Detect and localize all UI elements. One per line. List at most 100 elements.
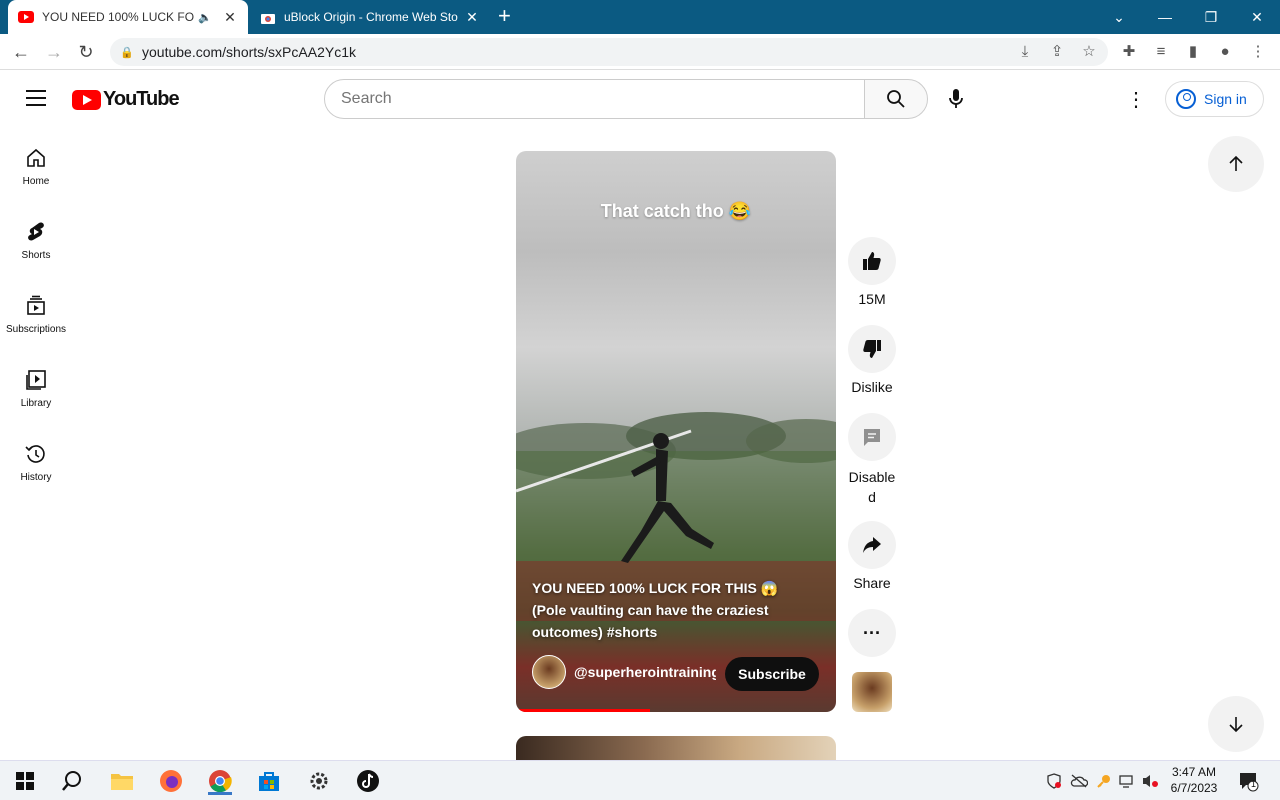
new-tab-button[interactable]: + [498, 5, 511, 27]
video-title[interactable]: YOU NEED 100% LUCK FOR THIS 😱 (Pole vaul… [532, 577, 822, 643]
clock-date: 6/7/2023 [1170, 781, 1218, 795]
back-icon[interactable]: ← [10, 41, 32, 63]
forward-icon[interactable]: → [43, 41, 65, 63]
tiktok-icon[interactable] [354, 767, 382, 795]
channel-pivot-thumbnail[interactable] [852, 672, 892, 712]
extensions-icon[interactable]: ✚ [1120, 43, 1138, 61]
subscribe-button[interactable]: Subscribe [725, 657, 819, 691]
library-icon [26, 370, 46, 390]
thumbs-down-icon [863, 340, 881, 358]
sidebar-item-shorts[interactable]: Shorts [0, 220, 72, 294]
notifications-icon[interactable]: 1 [1234, 767, 1262, 795]
active-app-indicator [208, 792, 232, 795]
restore-button[interactable]: ❐ [1188, 0, 1234, 34]
share-button[interactable]: Share [848, 521, 896, 591]
onedrive-icon[interactable] [1068, 767, 1090, 795]
next-video-button[interactable] [1208, 696, 1264, 752]
thumbs-up-icon [863, 252, 881, 270]
video-overlay-caption: That catch tho 😂 [600, 201, 752, 221]
sidebar-item-library[interactable]: Library [0, 368, 72, 442]
windows-start-icon[interactable] [11, 767, 39, 795]
tab-ublock[interactable]: uBlock Origin - Chrome Web Sto ✕ [250, 0, 490, 34]
speaker-icon[interactable]: 🔈 [198, 11, 212, 24]
account-icon [1176, 89, 1196, 109]
youtube-logo[interactable]: YouTube [72, 88, 180, 111]
share-page-icon[interactable]: ⇪ [1048, 43, 1066, 61]
chrome-menu-icon[interactable]: ⋮ [1249, 43, 1267, 61]
search-taskbar-icon[interactable] [58, 767, 86, 795]
install-icon[interactable]: ⤓ [1016, 43, 1034, 61]
file-explorer-icon[interactable] [108, 767, 136, 795]
close-window-button[interactable]: ✕ [1234, 0, 1280, 34]
history-icon [25, 445, 45, 463]
browser-toolbar: ← → ↻ 🔒 youtube.com/shorts/sxPcAA2Yc1k ⤓… [0, 34, 1280, 70]
microsoft-store-icon[interactable] [255, 767, 283, 795]
like-button[interactable]: 15M [848, 237, 896, 307]
youtube-header: YouTube ⋮ Sign in [0, 70, 1280, 126]
sidebar-label: Library [20, 398, 52, 409]
more-horizontal-icon: ··· [848, 609, 896, 657]
search-button[interactable] [864, 79, 928, 119]
channel-info[interactable]: @superherointraining_ [532, 655, 716, 689]
sign-in-button[interactable]: Sign in [1165, 81, 1264, 117]
previous-video-button[interactable] [1208, 136, 1264, 192]
url-text: youtube.com/shorts/sxPcAA2Yc1k [142, 44, 356, 60]
clock-time: 3:47 AM [1171, 765, 1217, 779]
sidebar-item-history[interactable]: History [0, 442, 72, 516]
title-line-3: outcomes) [532, 624, 603, 640]
profile-icon[interactable]: ● [1216, 43, 1234, 61]
security-shield-icon[interactable] [1043, 767, 1065, 795]
shorts-video-player[interactable]: That catch tho 😂 YOU NEED 100% LUCK FOR … [516, 151, 836, 712]
comments-label-wrap: d [868, 489, 876, 505]
video-progress-bar[interactable] [516, 709, 651, 712]
arrow-down-icon [1229, 717, 1243, 733]
windows-taskbar: 3:47 AM 6/7/2023 1 [0, 760, 1280, 800]
minimize-button[interactable]: — [1142, 0, 1188, 34]
lock-icon: 🔒 [120, 46, 134, 59]
like-count: 15M [858, 291, 886, 307]
key-icon[interactable] [1093, 767, 1115, 795]
dislike-label: Dislike [851, 379, 893, 395]
tab-title: YOU NEED 100% LUCK FOR [42, 10, 195, 24]
sidebar-item-subscriptions[interactable]: Subscriptions [0, 294, 72, 368]
settings-gear-icon[interactable] [305, 767, 333, 795]
logo-text: YouTube [103, 88, 180, 110]
sidebar-item-home[interactable]: Home [0, 146, 72, 220]
bookmark-star-icon[interactable]: ☆ [1080, 43, 1098, 61]
more-actions-button[interactable]: ··· [848, 609, 896, 663]
tab-title: uBlock Origin - Chrome Web Sto [284, 10, 458, 24]
tab-search-icon[interactable]: ⌄ [1096, 0, 1142, 34]
close-tab-icon[interactable]: ✕ [222, 9, 238, 26]
home-icon [27, 148, 45, 167]
microphone-icon[interactable] [944, 87, 968, 111]
close-tab-icon[interactable]: ✕ [464, 9, 480, 26]
search-input[interactable] [324, 79, 865, 119]
chrome-web-store-icon [260, 11, 276, 24]
side-panel-icon[interactable]: ▮ [1184, 43, 1202, 61]
arrow-up-icon [1229, 155, 1243, 171]
hashtag-link[interactable]: #shorts [607, 624, 658, 640]
sidebar-label: Shorts [21, 250, 51, 261]
menu-icon[interactable] [26, 90, 46, 106]
comments-button[interactable]: Disable d [848, 413, 896, 507]
settings-kebab-icon[interactable]: ⋮ [1126, 87, 1146, 111]
title-line-1: YOU NEED 100% LUCK FOR THIS 😱 [532, 580, 779, 596]
comments-label: Disable [848, 469, 896, 485]
tab-youtube[interactable]: YOU NEED 100% LUCK FOR 🔈 ✕ [8, 0, 248, 34]
chrome-icon[interactable] [206, 767, 234, 795]
sidebar-label: History [20, 472, 52, 483]
sidebar-label: Home [22, 176, 50, 187]
channel-avatar[interactable] [532, 655, 566, 689]
system-clock[interactable]: 3:47 AM 6/7/2023 [1164, 764, 1224, 796]
firefox-icon[interactable] [157, 767, 185, 795]
channel-name[interactable]: @superherointraining_ [574, 664, 716, 680]
media-control-icon[interactable]: ≡ [1152, 43, 1170, 61]
address-bar[interactable]: 🔒 youtube.com/shorts/sxPcAA2Yc1k [110, 38, 1108, 66]
reload-icon[interactable]: ↻ [75, 41, 97, 63]
dislike-button[interactable]: Dislike [848, 325, 896, 395]
share-label: Share [853, 575, 891, 591]
network-icon[interactable] [1116, 767, 1138, 795]
search-icon [887, 90, 905, 108]
volume-muted-icon[interactable] [1139, 767, 1161, 795]
share-icon [863, 537, 881, 553]
